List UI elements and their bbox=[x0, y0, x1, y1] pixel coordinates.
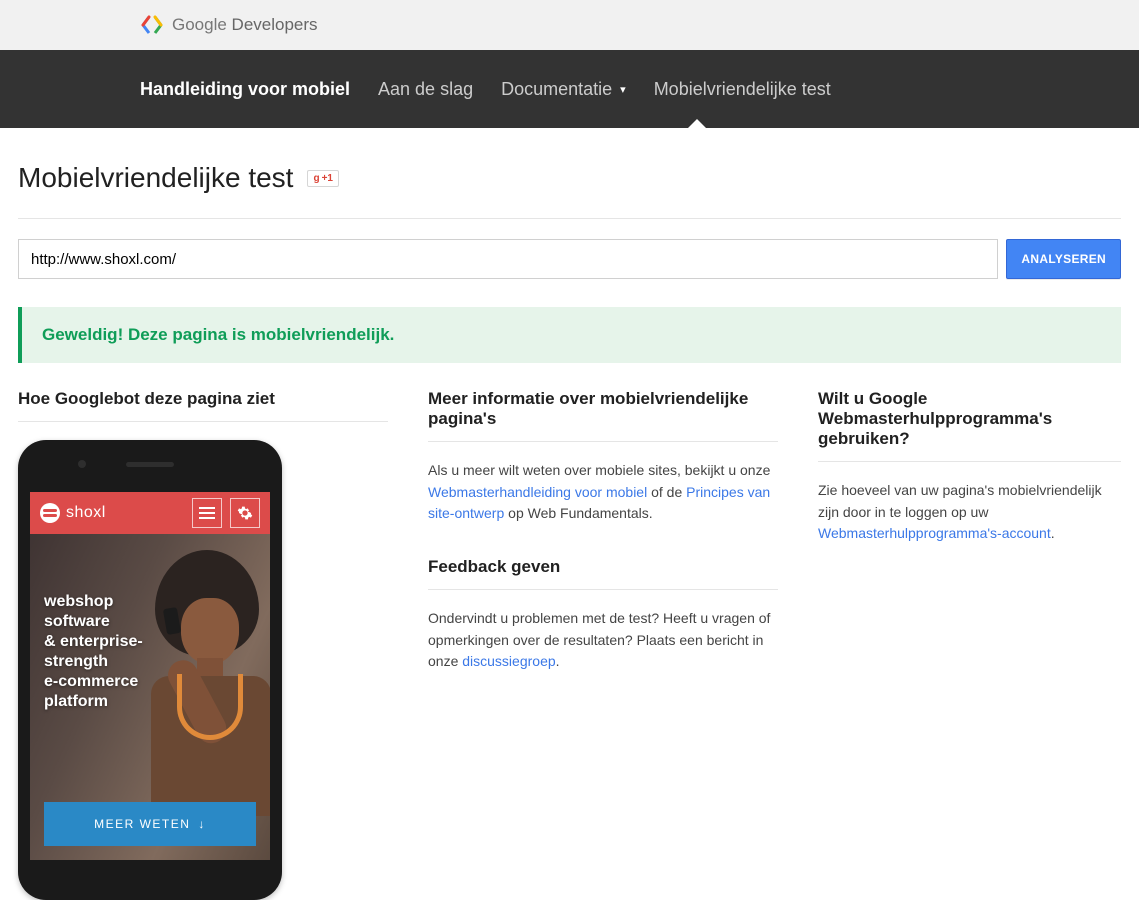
arrow-down-icon: ↓ bbox=[198, 817, 206, 831]
link-webmasterhandleiding[interactable]: Webmasterhandleiding voor mobiel bbox=[428, 484, 647, 500]
google-developers-logo[interactable]: Google Developers bbox=[140, 13, 318, 37]
nav-documentatie[interactable]: Documentatie bbox=[501, 79, 626, 100]
col1-heading: Hoe Googlebot deze pagina ziet bbox=[18, 389, 388, 422]
preview-cta-label: MEER WETEN bbox=[94, 817, 190, 831]
link-webmaster-account[interactable]: Webmasterhulpprogramma's-account bbox=[818, 525, 1051, 541]
google-plus-one-button[interactable]: g+1 bbox=[307, 170, 339, 187]
google-developers-wordmark: Google Developers bbox=[172, 15, 318, 35]
link-discussiegroep[interactable]: discussiegroep bbox=[462, 653, 555, 669]
col3-body: Zie hoeveel van uw pagina's mobielvriend… bbox=[818, 480, 1121, 545]
hamburger-button bbox=[192, 498, 222, 528]
preview-app-logo: shoxl bbox=[40, 503, 184, 523]
page-header: Mobielvriendelijke test g+1 bbox=[18, 162, 1121, 219]
gplus-icon: g bbox=[313, 173, 319, 184]
result-banner: Geweldig! Deze pagina is mobielvriendeli… bbox=[18, 307, 1121, 363]
col2-feedback-heading: Feedback geven bbox=[428, 557, 778, 590]
phone-mockup: shoxl bbox=[18, 440, 282, 900]
page-title: Mobielvriendelijke test bbox=[18, 162, 293, 194]
preview-cta-button: MEER WETEN ↓ bbox=[44, 802, 256, 846]
analyze-button[interactable]: ANALYSEREN bbox=[1006, 239, 1121, 279]
url-input[interactable] bbox=[18, 239, 998, 279]
nav-mobielvriendelijke-test[interactable]: Mobielvriendelijke test bbox=[654, 79, 831, 100]
preview-hero-text: webshop software & enterprise- strength … bbox=[44, 592, 143, 712]
col3-heading: Wilt u Google Webmasterhulpprogramma's g… bbox=[818, 389, 1121, 462]
gplus-label: +1 bbox=[322, 173, 333, 184]
col2-info-body: Als u meer wilt weten over mobiele sites… bbox=[428, 460, 778, 525]
result-message: Geweldig! Deze pagina is mobielvriendeli… bbox=[42, 325, 1101, 345]
hamburger-icon bbox=[199, 507, 215, 519]
preview-app-header: shoxl bbox=[30, 492, 270, 534]
settings-button bbox=[230, 498, 260, 528]
url-analyze-row: ANALYSEREN bbox=[18, 239, 1121, 279]
col2-feedback-body: Ondervindt u problemen met de test? Heef… bbox=[428, 608, 778, 673]
col2-info-heading: Meer informatie over mobielvriendelijke … bbox=[428, 389, 778, 442]
developers-brackets-icon bbox=[140, 13, 164, 37]
preview-hero: webshop software & enterprise- strength … bbox=[30, 534, 270, 860]
nav-handleiding-mobiel[interactable]: Handleiding voor mobiel bbox=[140, 79, 350, 100]
nav-documentatie-label: Documentatie bbox=[501, 79, 612, 100]
nav-aan-de-slag[interactable]: Aan de slag bbox=[378, 79, 473, 100]
phone-screen: shoxl bbox=[30, 492, 270, 860]
top-bar: Google Developers bbox=[0, 0, 1139, 50]
shoxl-wordmark: shoxl bbox=[66, 504, 106, 522]
gear-icon bbox=[237, 505, 253, 521]
shoxl-logo-icon bbox=[40, 503, 60, 523]
main-nav: Handleiding voor mobiel Aan de slag Docu… bbox=[0, 50, 1139, 128]
